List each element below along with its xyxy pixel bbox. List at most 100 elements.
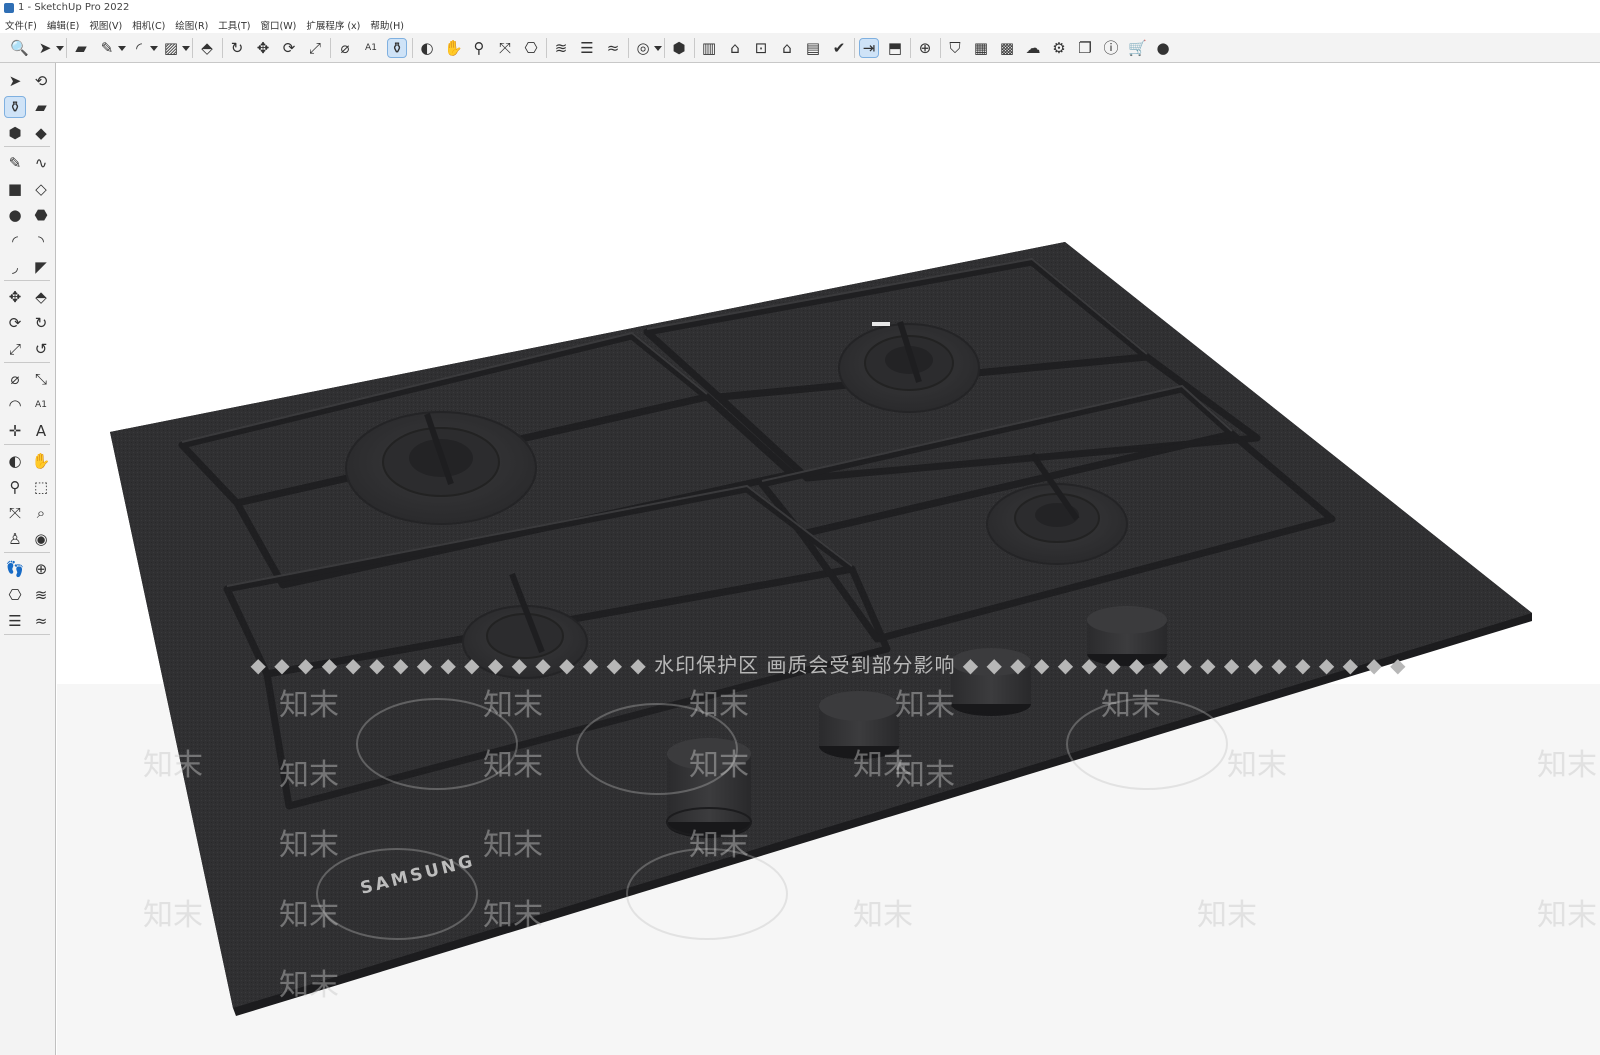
menu-item-1[interactable]: 编辑(E)	[42, 16, 84, 33]
shield-icon[interactable]: ⛉	[946, 39, 964, 57]
rotate-icon[interactable]: ⟳	[280, 39, 298, 57]
pan-icon[interactable]: ✋	[444, 39, 463, 57]
select-icon[interactable]: ➤	[36, 39, 54, 57]
terrain-icon[interactable]: ≈	[31, 611, 51, 631]
layers-icon[interactable]: ☰	[5, 611, 25, 631]
menu-item-8[interactable]: 帮助(H)	[365, 16, 409, 33]
zoom-extents-icon[interactable]: ⤧	[496, 39, 514, 57]
iso-view-icon[interactable]: ⬢	[670, 39, 688, 57]
cart-icon[interactable]: 🛒	[1128, 39, 1147, 57]
freehand-icon[interactable]: ∿	[31, 153, 51, 173]
front-view-icon[interactable]: ⌂	[726, 39, 744, 57]
zoom-tool-icon[interactable]: ⚲	[470, 39, 488, 57]
push-pull-icon[interactable]: ⬘	[198, 39, 216, 57]
right-view-icon[interactable]: ⊡	[752, 39, 770, 57]
solid-tools-icon[interactable]: ▦	[972, 39, 990, 57]
rotated-rectangle-icon[interactable]: ◇	[31, 179, 51, 199]
layers-icon[interactable]: ☰	[578, 39, 596, 57]
menu-item-2[interactable]: 视图(V)	[84, 16, 127, 33]
tape-measure-icon[interactable]: ⌀	[5, 369, 25, 389]
export-icon[interactable]: ⇥	[859, 38, 879, 58]
menu-item-7[interactable]: 扩展程序 (x)	[301, 16, 365, 33]
zoom-icon[interactable]: ⚲	[5, 477, 25, 497]
line-icon[interactable]: ✎	[98, 39, 116, 57]
previous-view-icon[interactable]: ⌕	[31, 503, 51, 523]
watermark-mark: 知末	[279, 898, 339, 933]
zoom-window-icon[interactable]: ⬚	[31, 477, 51, 497]
paint-bucket-icon[interactable]: ⚱	[4, 96, 26, 118]
window-icon[interactable]: ❐	[1076, 39, 1094, 57]
make-component-icon[interactable]: ⬢	[5, 123, 25, 143]
chevron-down-icon[interactable]	[182, 46, 190, 51]
chevron-down-icon[interactable]	[56, 46, 64, 51]
zoom-icon[interactable]: 🔍	[10, 39, 29, 57]
settings-icon[interactable]: ⚙	[1050, 39, 1068, 57]
drawing-viewport[interactable]: SAMSUNG ◆ ◆ ◆ ◆ ◆ ◆ ◆ ◆ ◆ ◆ ◆ ◆ ◆ ◆ ◆ ◆ …	[57, 64, 1600, 1055]
menu-item-6[interactable]: 窗口(W)	[256, 16, 302, 33]
scale-icon[interactable]: ⤢	[5, 339, 25, 359]
rectangle-icon[interactable]: ■	[5, 179, 25, 199]
pan-icon[interactable]: ✋	[31, 451, 51, 471]
top-view-icon[interactable]: ▥	[700, 39, 718, 57]
checker-icon[interactable]: ▩	[998, 39, 1016, 57]
follow-me-icon[interactable]: ↻	[228, 39, 246, 57]
rectangle-icon[interactable]: ▨	[162, 39, 180, 57]
left-view-icon[interactable]: ▤	[804, 39, 822, 57]
pencil-icon[interactable]: ✎	[5, 153, 25, 173]
add-location-icon[interactable]: ⊕	[916, 39, 934, 57]
position-camera-icon[interactable]: ♙	[5, 529, 25, 549]
axes-icon[interactable]: ✛	[5, 421, 25, 441]
two-point-arc-icon[interactable]: ◝	[31, 231, 51, 251]
dimension-icon[interactable]: ⤡	[31, 369, 51, 389]
look-around-icon[interactable]: ◉	[31, 529, 51, 549]
rotate-icon[interactable]: ⟳	[5, 313, 25, 333]
warehouse-icon[interactable]: ✔	[830, 39, 848, 57]
lasso-orbit-icon[interactable]: ⟲	[31, 71, 51, 91]
circle-icon[interactable]: ●	[5, 205, 25, 225]
menu-item-4[interactable]: 绘图(R)	[170, 16, 213, 33]
zoom-extents-icon[interactable]: ⤧	[5, 503, 25, 523]
tape-measure-icon[interactable]: ⌀	[336, 39, 354, 57]
tag-icon[interactable]: ◆	[31, 123, 51, 143]
protractor-icon[interactable]: ◠	[5, 395, 25, 415]
polygon-icon[interactable]: ⬣	[31, 205, 51, 225]
section-plane-icon[interactable]: ⊕	[31, 559, 51, 579]
eraser-icon[interactable]: ▰	[72, 39, 90, 57]
orbit-icon[interactable]: ◐	[5, 451, 25, 471]
push-pull-icon[interactable]: ⬘	[31, 287, 51, 307]
extension-icon[interactable]: ⬒	[886, 39, 904, 57]
sandbox-icon[interactable]: ≋	[31, 585, 51, 605]
menu-item-3[interactable]: 相机(C)	[127, 16, 170, 33]
info-icon[interactable]: ⓘ	[1102, 39, 1120, 57]
account-icon[interactable]: ◎	[634, 39, 652, 57]
back-view-icon[interactable]: ⌂	[778, 39, 796, 57]
follow-me-icon[interactable]: ↻	[31, 313, 51, 333]
pie-icon[interactable]: ◤	[31, 257, 51, 277]
text-icon[interactable]: A1	[31, 395, 51, 415]
chevron-down-icon[interactable]	[654, 46, 662, 51]
arc-icon[interactable]: ◜	[5, 231, 25, 251]
arc-icon[interactable]: ◜	[130, 39, 148, 57]
components-icon[interactable]: ⎔	[5, 585, 25, 605]
chevron-down-icon[interactable]	[150, 46, 158, 51]
text-icon[interactable]: A1	[362, 39, 380, 57]
menu-item-5[interactable]: 工具(T)	[213, 16, 255, 33]
menu-item-0[interactable]: 文件(F)	[0, 16, 42, 33]
terrain-icon[interactable]: ≈	[604, 39, 622, 57]
components-icon[interactable]: ⎔	[522, 39, 540, 57]
cloud-upload-icon[interactable]: ☁	[1024, 39, 1042, 57]
walk-icon[interactable]: 👣	[5, 559, 25, 579]
sandbox-icon[interactable]: ≋	[552, 39, 570, 57]
move-icon[interactable]: ✥	[254, 39, 272, 57]
orbit-icon[interactable]: ◐	[418, 39, 436, 57]
eraser-icon[interactable]: ▰	[31, 97, 51, 117]
paint-bucket-icon[interactable]: ⚱	[387, 38, 407, 58]
offset-icon[interactable]: ↺	[31, 339, 51, 359]
user-icon[interactable]: ●	[1154, 39, 1172, 57]
move-icon[interactable]: ✥	[5, 287, 25, 307]
select-icon[interactable]: ➤	[5, 71, 25, 91]
chevron-down-icon[interactable]	[118, 46, 126, 51]
scale-icon[interactable]: ⤢	[306, 39, 324, 57]
3d-text-icon[interactable]: A	[31, 421, 51, 441]
three-point-arc-icon[interactable]: ◞	[5, 257, 25, 277]
